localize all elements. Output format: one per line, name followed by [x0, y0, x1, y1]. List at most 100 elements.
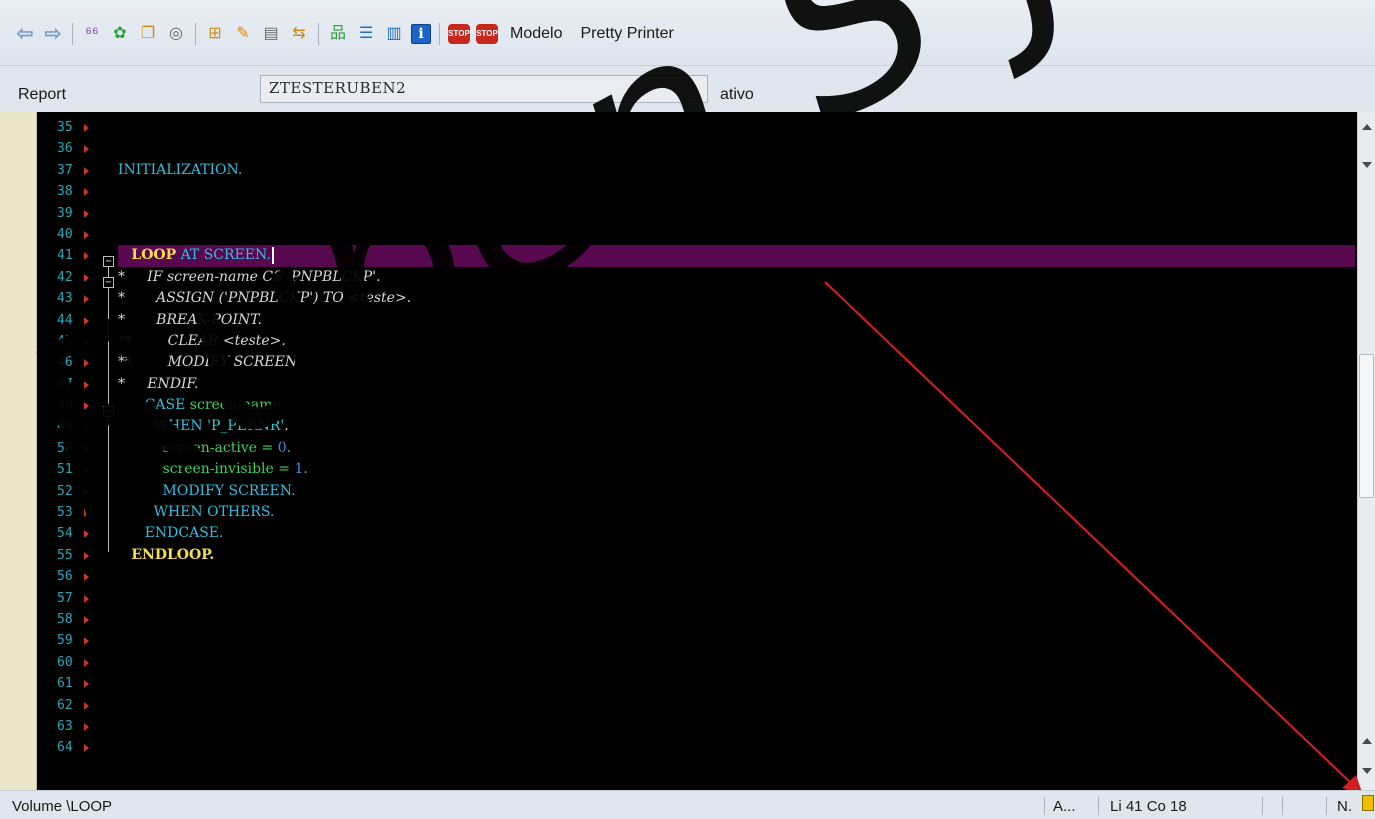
- toolbar-buttons: ⇦ ⇨ ⁶⁶ ✿ ❐ ◎ ⊞ ✎ ▤ ⇆ 品 ☰ ▥ i STOP STOP M…: [14, 20, 686, 48]
- line-number: 38: [37, 181, 91, 202]
- line-number: 57: [37, 588, 91, 609]
- line-number: 53: [37, 502, 91, 523]
- scroll-down-icon[interactable]: [1362, 162, 1372, 168]
- line-number: 59: [37, 630, 91, 651]
- line-number: 43: [37, 288, 91, 309]
- tree-icon[interactable]: 品: [327, 23, 349, 45]
- code-line-47: * ENDIF.: [118, 375, 199, 392]
- line-number: 39: [37, 203, 91, 224]
- code-line-43: * ASSIGN ('PNPBLCKP') TO <teste>.: [118, 290, 412, 307]
- line-number: 63: [37, 716, 91, 737]
- fold-toggle-if[interactable]: −: [103, 277, 114, 288]
- code-line-48: CASE screen-name.: [118, 395, 1355, 416]
- align-icon[interactable]: ☰: [355, 23, 377, 45]
- forward-arrow-icon[interactable]: ⇨: [42, 23, 64, 45]
- code-token: MODIFY SCREEN.: [162, 482, 296, 499]
- back-arrow-icon[interactable]: ⇦: [14, 23, 36, 45]
- line-number: 37: [37, 160, 91, 181]
- line-number: 42: [37, 267, 91, 288]
- toolbar-separator: [195, 23, 196, 45]
- line-number: 49: [37, 416, 91, 437]
- code-lines[interactable]: INITIALIZATION. LOOP AT SCREEN. * IF scr…: [118, 117, 1355, 759]
- modelo-button[interactable]: Modelo: [510, 23, 562, 45]
- display-icon[interactable]: ▤: [260, 23, 282, 45]
- pretty-printer-button[interactable]: Pretty Printer: [580, 23, 673, 45]
- glasses-icon[interactable]: ⁶⁶: [81, 23, 103, 45]
- objects-icon[interactable]: ✿: [109, 23, 131, 45]
- line-number: 44: [37, 310, 91, 331]
- report-label: Report: [18, 86, 67, 103]
- status-separator: [1098, 797, 1099, 815]
- code-line-49: WHEN 'P_PERNR'.: [153, 418, 289, 435]
- status-separator: [1262, 797, 1263, 815]
- vertical-scrollbar[interactable]: [1357, 112, 1375, 790]
- code-line-45: ** CLEAR <teste>.: [118, 332, 286, 349]
- line-number: 50: [37, 438, 91, 459]
- code-token: WHEN: [153, 504, 203, 521]
- status-bar: Volume \LOOP A... Li 41 Co 18 N.: [0, 790, 1375, 819]
- fold-toggle-case[interactable]: −: [103, 406, 114, 417]
- line-number: 35: [37, 117, 91, 138]
- copy-icon[interactable]: ❐: [137, 23, 159, 45]
- code-token: INITIALIZATION.: [118, 161, 243, 178]
- stop-red-icon[interactable]: STOP: [476, 24, 498, 44]
- line-number: 48: [37, 395, 91, 416]
- line-number: 36: [37, 138, 91, 159]
- code-number: 0: [277, 439, 287, 456]
- code-token: AT SCREEN.: [176, 247, 271, 264]
- editor-gutter: [0, 112, 37, 790]
- status-separator: [1044, 797, 1045, 815]
- scroll-up-icon[interactable]: [1362, 738, 1372, 744]
- status-separator: [1326, 797, 1327, 815]
- toolbar-separator: [439, 23, 440, 45]
- scroll-down-icon[interactable]: [1362, 768, 1372, 774]
- scroll-up-icon[interactable]: [1362, 124, 1372, 130]
- cursor-position: Li 41 Co 18: [1110, 798, 1187, 815]
- hierarchy-icon[interactable]: ⊞: [204, 23, 226, 45]
- line-number: 64: [37, 737, 91, 758]
- line-number: 46: [37, 352, 91, 373]
- list-icon[interactable]: ▥: [383, 23, 405, 45]
- lock-icon[interactable]: [1362, 795, 1374, 811]
- code-line-51: screen-invisible = 1.: [162, 461, 308, 478]
- line-number: 56: [37, 566, 91, 587]
- code-line-46: ** MODIFY SCREEN.: [118, 354, 301, 371]
- status-separator: [1282, 797, 1283, 815]
- transport-icon[interactable]: ⇆: [288, 23, 310, 45]
- wand-icon[interactable]: ✎: [232, 23, 254, 45]
- code-line-52: MODIFY SCREEN.: [118, 481, 1355, 502]
- code-token: ENDCASE.: [144, 525, 224, 542]
- fold-toggle-loop[interactable]: −: [103, 256, 114, 267]
- code-editor[interactable]: 35 36 37 38 39 40 41 42 43 44 45 46 47 4…: [0, 112, 1357, 790]
- code-string: 'P_PERNR': [207, 418, 285, 435]
- info-icon[interactable]: i: [411, 24, 431, 44]
- code-token: OTHERS.: [202, 504, 275, 521]
- code-line-50: screen-active = 0.: [162, 439, 292, 456]
- line-number: 54: [37, 523, 91, 544]
- report-name-field[interactable]: ZTESTERUBEN2: [260, 75, 708, 103]
- code-token: screen-active: [162, 439, 258, 456]
- line-number: 61: [37, 673, 91, 694]
- code-token: CASE: [144, 397, 186, 414]
- code-token: LOOP: [131, 247, 177, 264]
- report-header: Report ZTESTERUBEN2 ativo: [0, 66, 1375, 112]
- code-line-53: WHEN OTHERS.: [118, 502, 1355, 523]
- toolbar-separator: [72, 23, 73, 45]
- scrollbar-thumb[interactable]: [1359, 354, 1374, 498]
- code-token: screen-invisible: [162, 461, 274, 478]
- code-line-37: INITIALIZATION.: [118, 160, 1355, 181]
- line-number: 55: [37, 545, 91, 566]
- stop-icon[interactable]: STOP: [448, 24, 470, 44]
- spiral-icon[interactable]: ◎: [165, 23, 187, 45]
- line-number: 41: [37, 245, 91, 266]
